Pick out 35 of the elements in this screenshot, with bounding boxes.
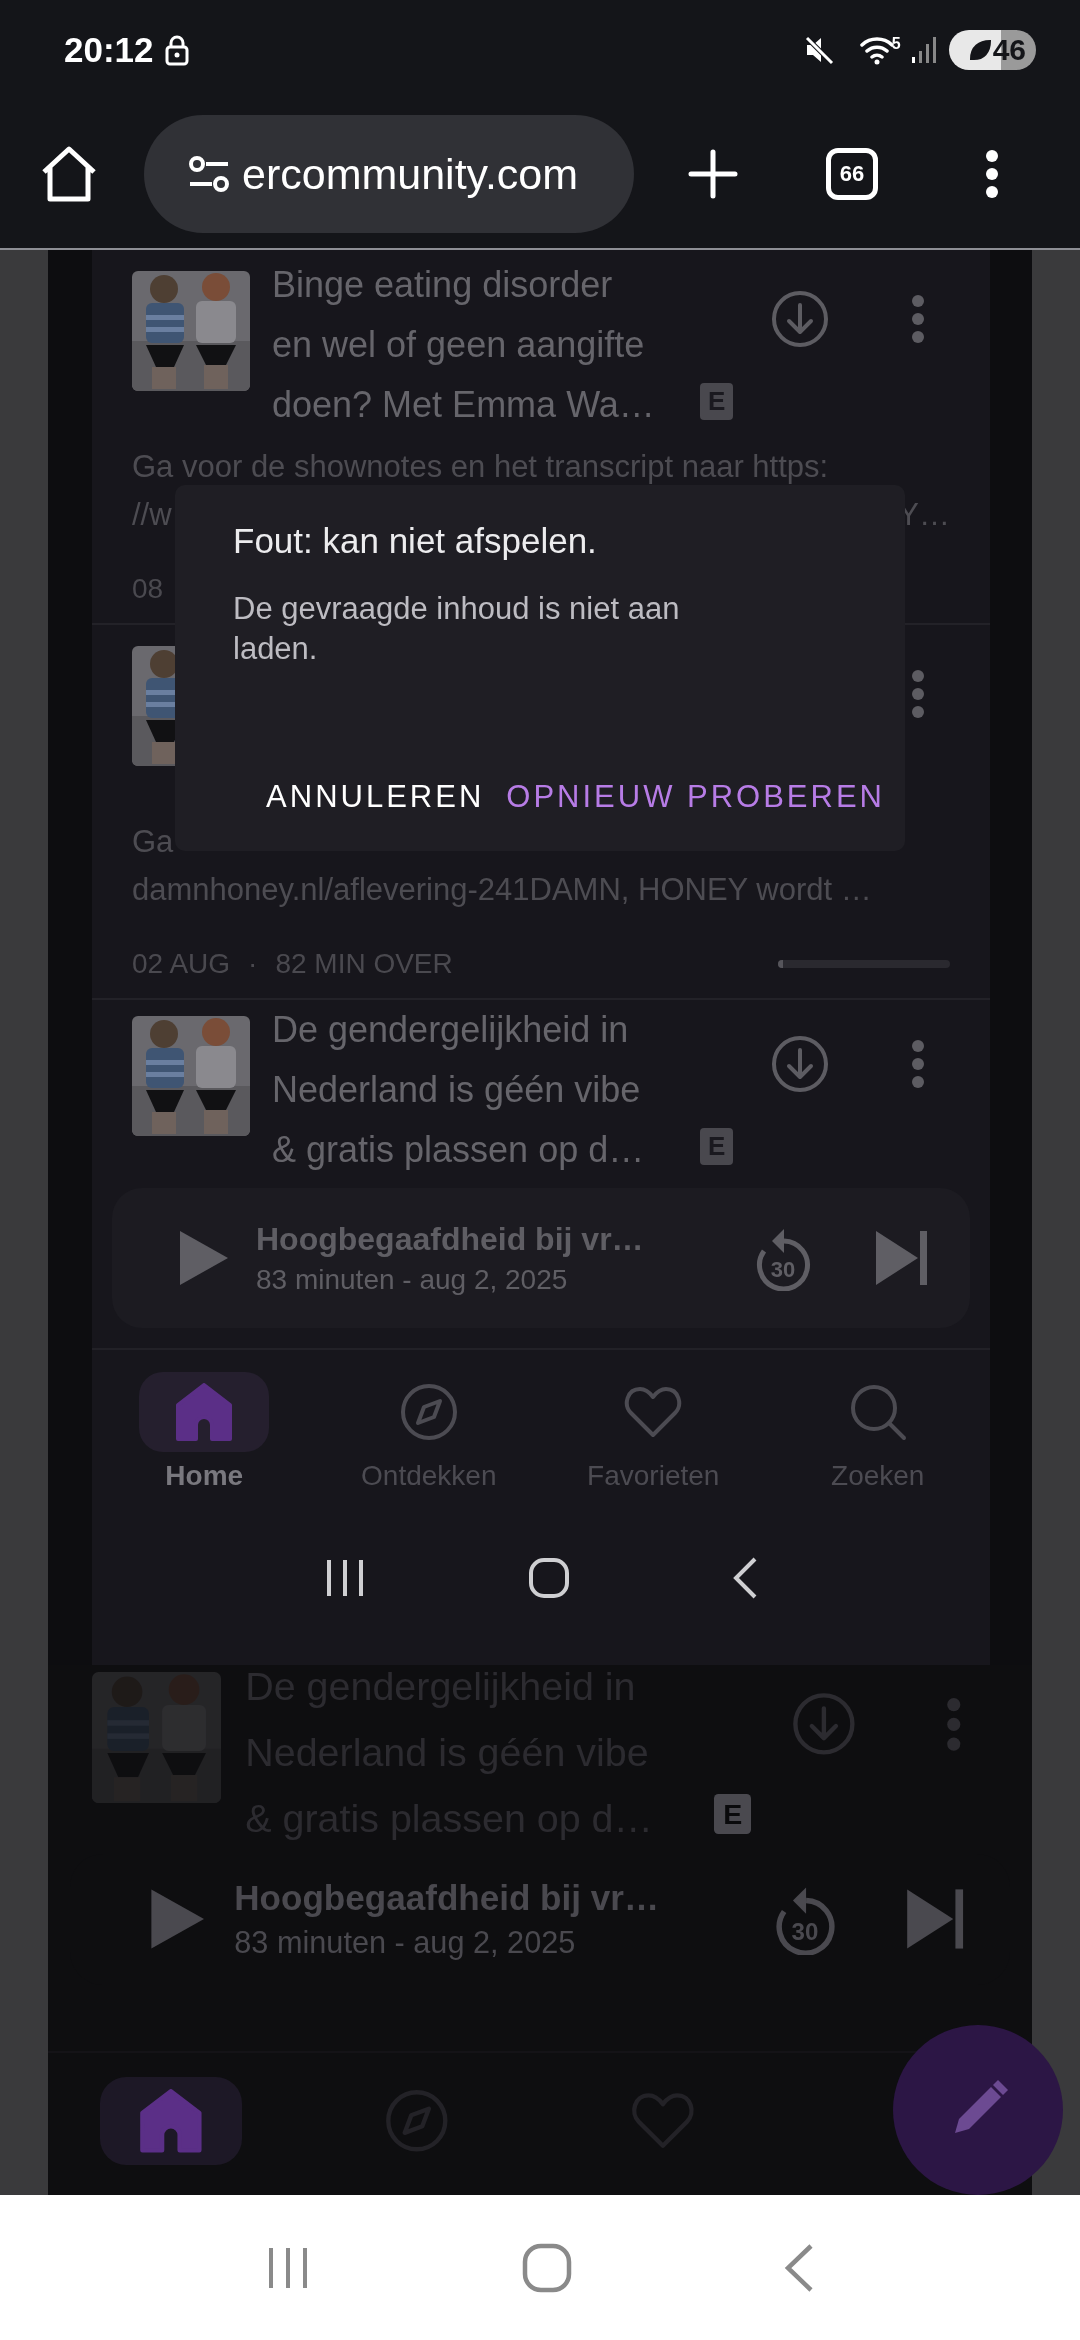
episode-title[interactable]: De gendergelijkheid in Nederland is géén vibe & gratis plassen op d… <box>272 1000 645 1180</box>
compass-icon <box>385 2088 449 2153</box>
clock-time: 20:12 <box>64 30 154 70</box>
download-icon[interactable] <box>770 1034 830 1094</box>
explicit-badge: E <box>714 1794 751 1834</box>
new-tab-button[interactable] <box>688 149 738 199</box>
player-subtitle: 83 minuten - aug 2, 2025 <box>234 1924 577 1961</box>
menu-icon[interactable] <box>984 149 1000 199</box>
search-icon <box>848 1383 907 1441</box>
wifi-icon <box>859 35 894 65</box>
player-title: Hoogbegaafdheid bij vr… <box>234 1878 660 1918</box>
cancel-button[interactable]: ANNULEREN <box>260 769 491 825</box>
tab-switcher-button[interactable]: 66 <box>826 148 878 200</box>
address-bar[interactable]: ercommunity.com <box>144 115 634 233</box>
retry-button[interactable]: OPNIEUW PROBEREN <box>500 769 891 825</box>
mini-player[interactable]: Hoogbegaafdheid bij vr… 83 minuten - aug 2, 2025 30 <box>112 1188 970 1328</box>
download-icon[interactable] <box>770 289 830 349</box>
heart-icon <box>623 1385 684 1439</box>
player-title: Hoogbegaafdheid bij vr… <box>256 1220 645 1258</box>
episode-title[interactable]: Binge eating disorder en wel of geen aangifte doen? Met Emma Wa… <box>272 255 655 435</box>
home-icon <box>174 1383 235 1441</box>
home-icon <box>138 2088 204 2153</box>
separator-dot: · <box>248 948 258 980</box>
more-options-icon[interactable] <box>910 669 926 719</box>
nav-tab[interactable]: Home <box>92 1350 317 1508</box>
more-options-icon[interactable] <box>910 294 926 344</box>
player-subtitle: 83 minuten - aug 2, 2025 <box>256 1263 569 1296</box>
wifi-band-label: 5 <box>891 35 901 53</box>
lock-icon <box>163 34 190 66</box>
compass-icon <box>399 1383 458 1441</box>
signal-icon <box>910 35 937 65</box>
site-settings-icon[interactable] <box>186 154 232 194</box>
dialog-message: De gevraagde inhoud is niet aan laden. <box>233 590 681 668</box>
more-options-icon[interactable] <box>910 1039 926 1089</box>
dialog-title: Fout: kan niet afspelen. <box>233 521 598 561</box>
